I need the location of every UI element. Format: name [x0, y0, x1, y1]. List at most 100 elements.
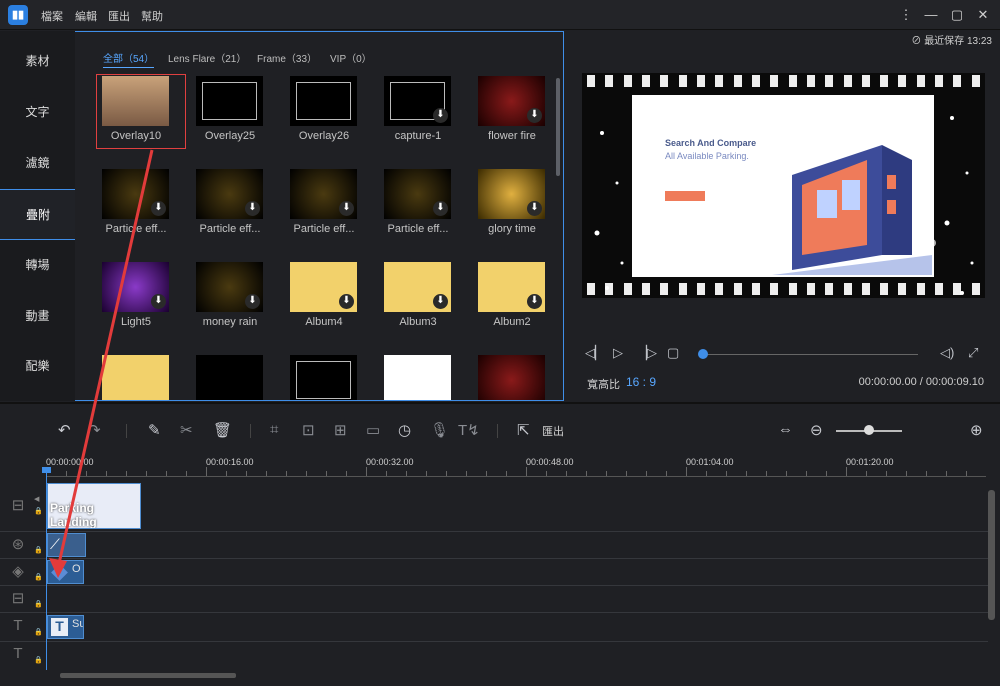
overlay-thumbnail[interactable]: ⬇ [478, 169, 545, 219]
overlay-thumbnail[interactable] [290, 355, 357, 400]
tab-filters[interactable]: 濾鏡 [0, 138, 76, 189]
overlay-thumbnail[interactable]: ⬇ [102, 169, 169, 219]
speech-to-text-icon[interactable]: T↯ [458, 421, 480, 439]
ruler-tick [586, 471, 587, 476]
menu-help[interactable]: 幫助 [141, 8, 163, 24]
playhead-handle[interactable] [42, 467, 51, 473]
overlay-thumbnail[interactable] [102, 355, 169, 400]
menu-export[interactable]: 匯出 [108, 8, 130, 24]
ruler-tick [866, 471, 867, 476]
download-icon[interactable]: ⬇ [433, 201, 448, 216]
tab-overlays[interactable]: 疊附 [0, 189, 76, 240]
timeline-ruler[interactable]: 00:00:00.00 00:00:16.00 00:00:32.00 00:00:4… [46, 455, 986, 477]
export-button[interactable]: 匯出 [542, 423, 564, 439]
overlay-thumbnail[interactable]: ⬇ [196, 169, 263, 219]
volume-icon[interactable]: ◁) [940, 345, 954, 361]
progress-thumb[interactable] [698, 349, 708, 359]
download-icon[interactable]: ⬇ [433, 108, 448, 123]
effect-clip[interactable]: ⟋ [47, 533, 86, 557]
menu-edit[interactable]: 編輯 [75, 8, 97, 24]
overlay-thumbnail[interactable] [196, 76, 263, 126]
overlay-thumbnail[interactable] [384, 355, 451, 400]
filter-frame[interactable]: Frame（33） [257, 50, 317, 65]
timeline-vertical-scrollbar[interactable] [988, 490, 995, 620]
download-icon[interactable]: ⬇ [245, 294, 260, 309]
export-icon[interactable]: ⇱ [517, 421, 530, 439]
ruler-tick [946, 471, 947, 476]
text-clip[interactable]: T Su [47, 615, 84, 639]
download-icon[interactable]: ⬇ [245, 201, 260, 216]
mosaic-icon[interactable]: ⊞ [334, 421, 347, 439]
overlay-thumbnail[interactable]: ⬇ [478, 262, 545, 312]
overlay-thumbnail[interactable] [196, 355, 263, 400]
voiceover-icon[interactable]: 🎙 [430, 421, 449, 439]
library-scrollbar[interactable] [556, 78, 560, 176]
download-icon[interactable]: ⬇ [151, 294, 166, 309]
tab-text[interactable]: 文字 [0, 87, 76, 138]
delete-icon[interactable]: 🗑 [213, 421, 232, 439]
prev-frame-icon[interactable]: ◁▏ [585, 345, 605, 361]
tab-music[interactable]: 配樂 [0, 341, 76, 392]
stop-icon[interactable]: ▢ [667, 345, 679, 361]
fullscreen-icon[interactable]: ⤢ [968, 345, 978, 361]
cut-icon[interactable]: ✂ [180, 421, 193, 439]
overlay-thumbnail[interactable]: ⬇ [478, 76, 545, 126]
zoom-slider-thumb[interactable] [864, 425, 874, 435]
lock-icon[interactable]: 🔒 [34, 628, 43, 636]
minimize-button[interactable]: — [921, 4, 941, 26]
lock-icon[interactable]: 🔒 [34, 600, 43, 608]
ruler-tick [846, 467, 847, 476]
lock-icon[interactable]: 🔒 [34, 656, 43, 664]
overlay-clip[interactable]: O [47, 560, 84, 584]
tab-transitions[interactable]: 轉場 [0, 240, 76, 291]
redo-icon[interactable]: ↷ [88, 421, 101, 439]
play-icon[interactable]: ▷ [613, 345, 623, 361]
zoom-in-icon[interactable]: ⊕ [970, 421, 983, 439]
playhead[interactable] [46, 470, 47, 670]
menu-file[interactable]: 檔案 [41, 8, 63, 24]
maximize-button[interactable]: ▢ [947, 4, 967, 26]
freeze-icon[interactable]: ▭ [366, 421, 380, 439]
lock-icon[interactable]: 🔒 [34, 546, 43, 554]
overlay-thumbnail[interactable]: ⬇ [290, 262, 357, 312]
download-icon[interactable]: ⬇ [527, 108, 542, 123]
fit-timeline-icon[interactable]: ⇔ [778, 421, 793, 438]
video-clip[interactable]: Parking Landing [47, 483, 141, 529]
timeline-horizontal-scrollbar[interactable] [60, 673, 236, 678]
overlay-thumbnail[interactable]: ⬇ [102, 262, 169, 312]
tab-animations[interactable]: 動畫 [0, 291, 76, 342]
download-icon[interactable]: ⬇ [433, 294, 448, 309]
ruler-label: 00:00:16.00 [206, 457, 254, 467]
download-icon[interactable]: ⬇ [339, 294, 354, 309]
lock-icon[interactable]: 🔒 [34, 573, 43, 581]
download-icon[interactable]: ⬇ [527, 294, 542, 309]
aspect-ratio-value[interactable]: 16 : 9 [626, 375, 656, 389]
download-icon[interactable]: ⬇ [151, 201, 166, 216]
overlay-thumbnail[interactable]: ⬇ [384, 76, 451, 126]
close-button[interactable]: ✕ [973, 4, 993, 26]
overlay-thumbnail[interactable]: ⬇ [196, 262, 263, 312]
overlay-thumbnail[interactable]: ⬇ [384, 262, 451, 312]
edit-icon[interactable]: ✎ [148, 421, 161, 439]
progress-track[interactable] [702, 354, 918, 355]
filter-vip[interactable]: VIP（0） [330, 50, 372, 65]
zoom-out-icon[interactable]: ⊖ [810, 421, 823, 439]
crop-icon[interactable]: ⌗ [270, 421, 278, 438]
duration-icon[interactable]: ◷ [398, 421, 411, 439]
more-icon[interactable]: ⋮ [896, 4, 916, 26]
ruler-tick [546, 471, 547, 476]
lock-icon[interactable]: 🔒 [34, 507, 43, 515]
next-frame-icon[interactable]: ▕▷ [637, 345, 657, 361]
overlay-thumbnail[interactable]: ⬇ [384, 169, 451, 219]
overlay-thumbnail[interactable]: ⬇ [290, 169, 357, 219]
download-icon[interactable]: ⬇ [339, 201, 354, 216]
overlay-thumbnail[interactable] [478, 355, 545, 400]
filter-lens-flare[interactable]: Lens Flare（21） [168, 50, 246, 65]
tab-media[interactable]: 素材 [0, 36, 76, 87]
download-icon[interactable]: ⬇ [527, 201, 542, 216]
overlay-thumbnail[interactable] [290, 76, 357, 126]
zoom-crop-icon[interactable]: ⊡ [302, 421, 315, 439]
undo-icon[interactable]: ↶ [58, 421, 71, 439]
filter-all[interactable]: 全部（54） [103, 50, 155, 68]
visible-icon[interactable]: ◀ [34, 495, 39, 503]
